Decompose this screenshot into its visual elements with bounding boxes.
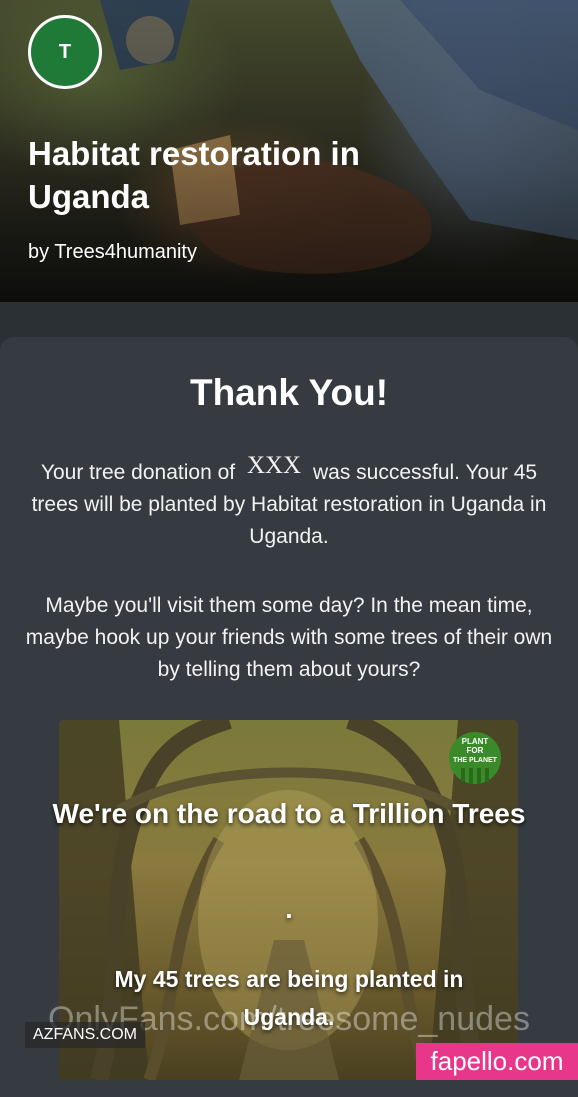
organization-avatar[interactable]: T (28, 15, 102, 89)
svg-text:THE PLANET: THE PLANET (453, 757, 498, 764)
svg-text:FOR: FOR (467, 746, 484, 755)
donation-success-message: Your tree donation of XXX was successful… (24, 452, 554, 553)
share-separator: . (285, 894, 293, 924)
donation-message-prefix: Your tree donation of (40, 461, 236, 484)
project-title: Habitat restoration in Uganda (28, 135, 360, 215)
fapello-watermark: fapello.com (416, 1043, 578, 1080)
plant-for-the-planet-logo: PLANT FOR THE PLANET (449, 732, 501, 784)
share-encouragement-message: Maybe you'll visit them some day? In the… (25, 594, 553, 681)
svg-text:PLANT: PLANT (462, 737, 489, 746)
project-organization-byline[interactable]: by Trees4humanity (28, 241, 197, 264)
donation-amount-redacted: XXX (246, 452, 302, 479)
thank-you-heading: Thank You! (189, 372, 389, 413)
share-headline: We're on the road to a Trillion Trees (52, 798, 526, 829)
azfans-watermark: AZFANS.COM (25, 1022, 146, 1048)
